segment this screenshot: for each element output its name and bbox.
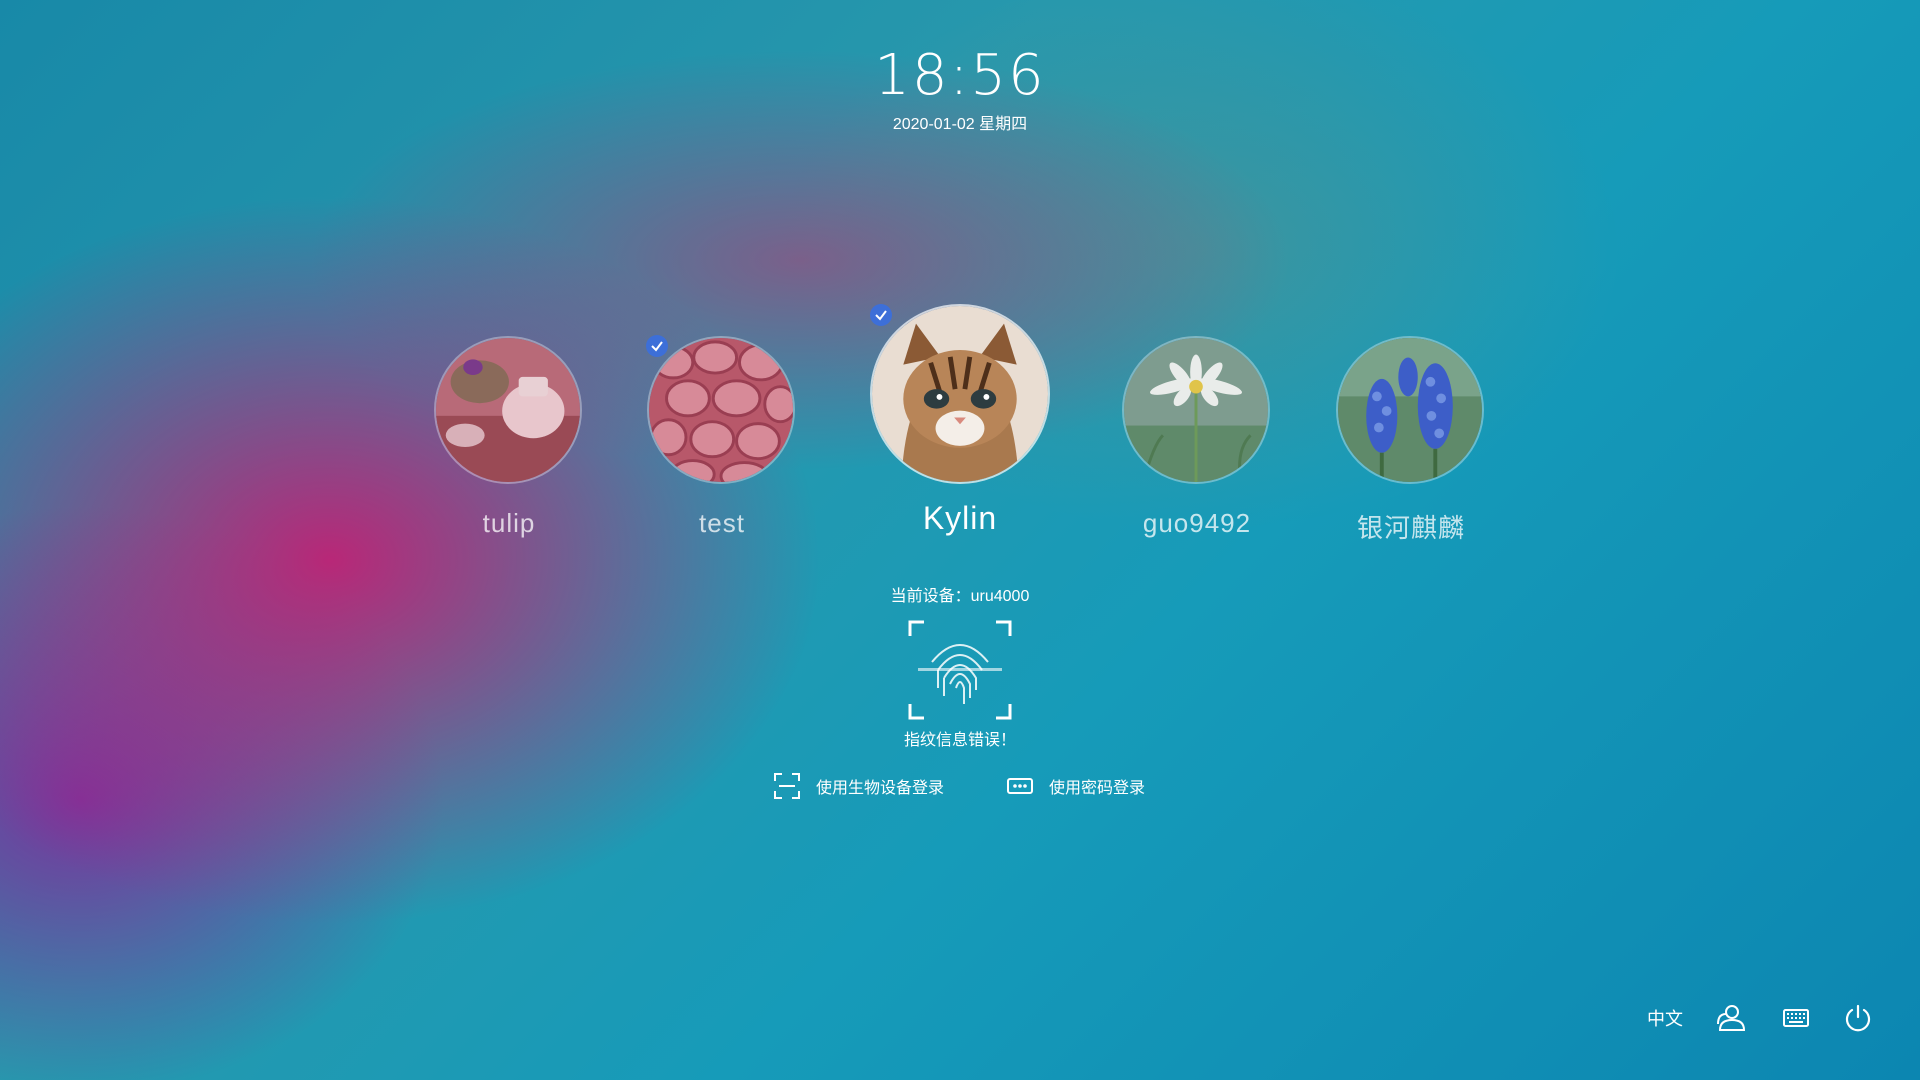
clock-time: 18:56 bbox=[874, 43, 1046, 108]
biometric-login-button[interactable]: 使用生物设备登录 bbox=[774, 772, 944, 800]
scan-frame-icon bbox=[774, 773, 800, 799]
keyboard-button[interactable] bbox=[1778, 1000, 1814, 1036]
user-switch-button[interactable] bbox=[1714, 1000, 1750, 1036]
password-login-button[interactable]: 使用密码登录 bbox=[1007, 772, 1145, 800]
user-name: guo9492 bbox=[1142, 508, 1252, 538]
user-name: tulip bbox=[482, 508, 536, 538]
user-name: Kylin bbox=[922, 500, 998, 536]
user-yinhe-qilin[interactable]: 银河麒麟 bbox=[1336, 336, 1486, 545]
avatar-tulip bbox=[434, 336, 582, 484]
user-name: test bbox=[699, 508, 745, 538]
language-switch[interactable]: 中文 bbox=[1644, 1000, 1686, 1036]
user-guo9492[interactable]: guo9492 bbox=[1122, 336, 1272, 539]
user-switch-icon bbox=[1717, 1005, 1746, 1031]
current-device-label: 当前设备：uru4000 bbox=[890, 588, 1030, 605]
password-icon bbox=[1007, 778, 1033, 794]
user-test[interactable]: test bbox=[646, 335, 797, 539]
power-icon bbox=[1845, 1004, 1871, 1032]
check-badge bbox=[870, 304, 892, 326]
biometric-login-label: 使用生物设备登录 bbox=[816, 780, 945, 797]
clock-date: 2020-01-02 星期四 bbox=[892, 116, 1028, 133]
avatar-yinhe-qilin bbox=[1336, 336, 1484, 484]
checkmark-icon bbox=[651, 341, 663, 352]
user-name: 银河麒麟 bbox=[1356, 513, 1465, 543]
checkmark-icon bbox=[875, 310, 887, 321]
fingerprint-error-text: 指纹信息错误！ bbox=[903, 732, 1016, 749]
password-login-label: 使用密码登录 bbox=[1049, 780, 1146, 797]
fingerprint-icon bbox=[908, 618, 1012, 722]
user-tulip[interactable]: tulip bbox=[434, 336, 584, 539]
clock: 18:56 2020-01-02 星期四 bbox=[0, 44, 1920, 134]
keyboard-icon bbox=[1783, 1009, 1809, 1027]
power-button[interactable] bbox=[1840, 1000, 1876, 1036]
check-badge bbox=[646, 335, 668, 357]
avatar-guo9492 bbox=[1122, 336, 1270, 484]
avatar-kylin bbox=[870, 304, 1050, 484]
user-kylin[interactable]: Kylin bbox=[870, 304, 1050, 537]
avatar-test bbox=[647, 336, 795, 484]
